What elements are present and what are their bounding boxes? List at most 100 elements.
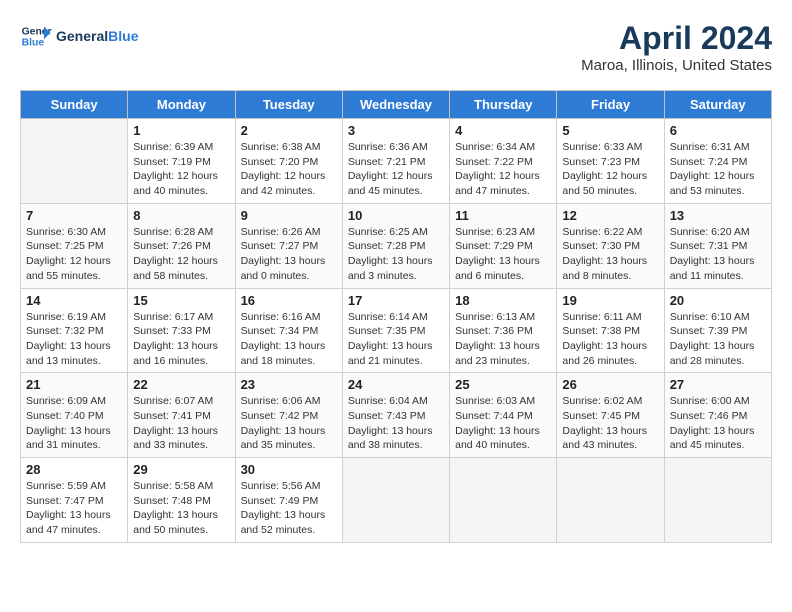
day-cell: 22 Sunrise: 6:07 AM Sunset: 7:41 PM Dayli… — [128, 373, 235, 458]
day-cell: 2 Sunrise: 6:38 AM Sunset: 7:20 PM Daylig… — [235, 119, 342, 204]
day-number: 11 — [455, 208, 551, 223]
day-info: Sunrise: 6:31 AM Sunset: 7:24 PM Dayligh… — [670, 140, 766, 199]
day-cell: 11Sunrise: 6:23 AM Sunset: 7:29 PM Dayli… — [450, 203, 557, 288]
page-header: General Blue GeneralBlue April 2024 Maro… — [20, 20, 772, 74]
day-info: Sunrise: 6:17 AM Sunset: 7:33 PM Dayligh… — [133, 310, 229, 369]
week-row-1: 1Sunrise: 6:39 AM Sunset: 7:19 PM Daylig… — [21, 119, 772, 204]
day-number: 9 — [241, 208, 337, 223]
day-cell: 16 Sunrise: 6:16 AM Sunset: 7:34 PM Dayli… — [235, 288, 342, 373]
day-info: Sunrise: 6:16 AM Sunset: 7:34 PM Dayligh… — [241, 310, 337, 369]
day-cell: 6 Sunrise: 6:31 AM Sunset: 7:24 PM Daylig… — [664, 119, 771, 204]
day-cell: 19Sunrise: 6:11 AM Sunset: 7:38 PM Dayli… — [557, 288, 664, 373]
week-row-5: 28Sunrise: 5:59 AM Sunset: 7:47 PM Dayli… — [21, 458, 772, 543]
column-header-monday: Monday — [128, 91, 235, 119]
day-info: Sunrise: 6:04 AM Sunset: 7:43 PM Dayligh… — [348, 394, 444, 453]
day-number: 14 — [26, 293, 122, 308]
day-number: 3 — [348, 123, 444, 138]
day-number: 12 — [562, 208, 658, 223]
logo-icon: General Blue — [20, 20, 52, 52]
day-cell: 28Sunrise: 5:59 AM Sunset: 7:47 PM Dayli… — [21, 458, 128, 543]
day-number: 26 — [562, 377, 658, 392]
day-number: 19 — [562, 293, 658, 308]
day-info: Sunrise: 6:06 AM Sunset: 7:42 PM Dayligh… — [241, 394, 337, 453]
day-info: Sunrise: 5:58 AM Sunset: 7:48 PM Dayligh… — [133, 479, 229, 538]
day-number: 20 — [670, 293, 766, 308]
day-info: Sunrise: 6:38 AM Sunset: 7:20 PM Dayligh… — [241, 140, 337, 199]
day-cell — [342, 458, 449, 543]
day-number: 8 — [133, 208, 229, 223]
day-number: 30 — [241, 462, 337, 477]
day-cell: 7Sunrise: 6:30 AM Sunset: 7:25 PM Daylig… — [21, 203, 128, 288]
day-info: Sunrise: 5:56 AM Sunset: 7:49 PM Dayligh… — [241, 479, 337, 538]
day-info: Sunrise: 6:00 AM Sunset: 7:46 PM Dayligh… — [670, 394, 766, 453]
day-number: 24 — [348, 377, 444, 392]
day-cell — [450, 458, 557, 543]
day-number: 7 — [26, 208, 122, 223]
calendar-body: 1Sunrise: 6:39 AM Sunset: 7:19 PM Daylig… — [21, 119, 772, 543]
day-number: 6 — [670, 123, 766, 138]
day-info: Sunrise: 6:26 AM Sunset: 7:27 PM Dayligh… — [241, 225, 337, 284]
day-info: Sunrise: 6:09 AM Sunset: 7:40 PM Dayligh… — [26, 394, 122, 453]
week-row-3: 14 Sunrise: 6:19 AM Sunset: 7:32 PM Dayli… — [21, 288, 772, 373]
column-header-wednesday: Wednesday — [342, 91, 449, 119]
day-number: 18 — [455, 293, 551, 308]
day-number: 27 — [670, 377, 766, 392]
day-info: Sunrise: 6:07 AM Sunset: 7:41 PM Dayligh… — [133, 394, 229, 453]
column-header-sunday: Sunday — [21, 91, 128, 119]
day-info: Sunrise: 5:59 AM Sunset: 7:47 PM Dayligh… — [26, 479, 122, 538]
day-cell: 27 Sunrise: 6:00 AM Sunset: 7:46 PM Dayli… — [664, 373, 771, 458]
title-block: April 2024 Maroa, Illinois, United State… — [581, 20, 772, 74]
day-number: 16 — [241, 293, 337, 308]
day-cell: 12Sunrise: 6:22 AM Sunset: 7:30 PM Dayli… — [557, 203, 664, 288]
day-cell: 4 Sunrise: 6:34 AM Sunset: 7:22 PM Daylig… — [450, 119, 557, 204]
day-number: 4 — [455, 123, 551, 138]
calendar-title: April 2024 — [581, 20, 772, 57]
day-cell: 26 Sunrise: 6:02 AM Sunset: 7:45 PM Dayli… — [557, 373, 664, 458]
week-row-4: 21 Sunrise: 6:09 AM Sunset: 7:40 PM Dayli… — [21, 373, 772, 458]
day-cell: 20Sunrise: 6:10 AM Sunset: 7:39 PM Dayli… — [664, 288, 771, 373]
day-cell: 8 Sunrise: 6:28 AM Sunset: 7:26 PM Daylig… — [128, 203, 235, 288]
day-info: Sunrise: 6:36 AM Sunset: 7:21 PM Dayligh… — [348, 140, 444, 199]
day-info: Sunrise: 6:19 AM Sunset: 7:32 PM Dayligh… — [26, 310, 122, 369]
day-cell — [21, 119, 128, 204]
day-number: 13 — [670, 208, 766, 223]
day-cell: 13 Sunrise: 6:20 AM Sunset: 7:31 PM Dayli… — [664, 203, 771, 288]
day-cell: 18 Sunrise: 6:13 AM Sunset: 7:36 PM Dayli… — [450, 288, 557, 373]
calendar-header: SundayMondayTuesdayWednesdayThursdayFrid… — [21, 91, 772, 119]
svg-text:Blue: Blue — [22, 38, 45, 49]
day-number: 1 — [133, 123, 229, 138]
column-header-tuesday: Tuesday — [235, 91, 342, 119]
day-number: 25 — [455, 377, 551, 392]
header-row: SundayMondayTuesdayWednesdayThursdayFrid… — [21, 91, 772, 119]
day-cell: 1Sunrise: 6:39 AM Sunset: 7:19 PM Daylig… — [128, 119, 235, 204]
logo-text: GeneralBlue — [56, 28, 138, 44]
day-cell: 3 Sunrise: 6:36 AM Sunset: 7:21 PM Daylig… — [342, 119, 449, 204]
day-number: 17 — [348, 293, 444, 308]
day-info: Sunrise: 6:13 AM Sunset: 7:36 PM Dayligh… — [455, 310, 551, 369]
day-cell: 5Sunrise: 6:33 AM Sunset: 7:23 PM Daylig… — [557, 119, 664, 204]
day-info: Sunrise: 6:28 AM Sunset: 7:26 PM Dayligh… — [133, 225, 229, 284]
day-info: Sunrise: 6:02 AM Sunset: 7:45 PM Dayligh… — [562, 394, 658, 453]
day-cell: 10Sunrise: 6:25 AM Sunset: 7:28 PM Dayli… — [342, 203, 449, 288]
day-number: 2 — [241, 123, 337, 138]
day-number: 23 — [241, 377, 337, 392]
day-number: 21 — [26, 377, 122, 392]
day-cell: 17 Sunrise: 6:14 AM Sunset: 7:35 PM Dayli… — [342, 288, 449, 373]
logo-general: General — [56, 28, 108, 44]
day-info: Sunrise: 6:14 AM Sunset: 7:35 PM Dayligh… — [348, 310, 444, 369]
calendar-subtitle: Maroa, Illinois, United States — [581, 57, 772, 74]
day-cell: 24 Sunrise: 6:04 AM Sunset: 7:43 PM Dayli… — [342, 373, 449, 458]
day-info: Sunrise: 6:20 AM Sunset: 7:31 PM Dayligh… — [670, 225, 766, 284]
column-header-saturday: Saturday — [664, 91, 771, 119]
day-number: 22 — [133, 377, 229, 392]
day-cell — [557, 458, 664, 543]
logo: General Blue GeneralBlue — [20, 20, 138, 52]
day-cell: 14 Sunrise: 6:19 AM Sunset: 7:32 PM Dayli… — [21, 288, 128, 373]
logo-blue: Blue — [108, 28, 138, 44]
day-cell — [664, 458, 771, 543]
day-info: Sunrise: 6:34 AM Sunset: 7:22 PM Dayligh… — [455, 140, 551, 199]
calendar-table: SundayMondayTuesdayWednesdayThursdayFrid… — [20, 90, 772, 543]
day-cell: 9 Sunrise: 6:26 AM Sunset: 7:27 PM Daylig… — [235, 203, 342, 288]
day-cell: 29Sunrise: 5:58 AM Sunset: 7:48 PM Dayli… — [128, 458, 235, 543]
column-header-thursday: Thursday — [450, 91, 557, 119]
